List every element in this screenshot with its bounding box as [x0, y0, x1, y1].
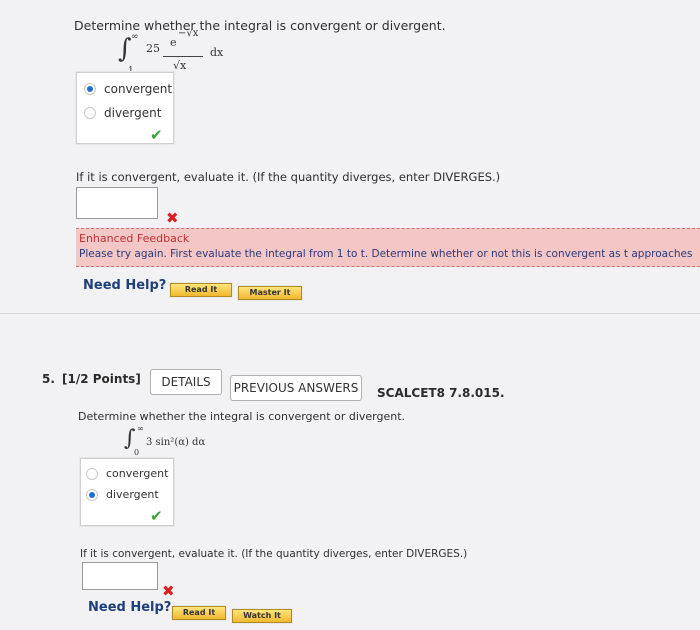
- choice-label: convergent: [106, 467, 169, 480]
- integral-dx: dx: [210, 46, 224, 59]
- integral-upper-limit: ∞: [131, 32, 139, 42]
- question-number: 5.: [42, 372, 55, 386]
- question-prompt: Determine whether the integral is conver…: [78, 410, 406, 423]
- choice-label: divergent: [104, 106, 162, 120]
- choice-convergent[interactable]: convergent: [86, 467, 168, 480]
- choice-divergent[interactable]: divergent: [86, 488, 159, 501]
- enhanced-feedback: Enhanced Feedback Please try again. Firs…: [76, 228, 700, 267]
- radio-button[interactable]: [86, 467, 98, 480]
- details-button[interactable]: DETAILS: [150, 369, 222, 395]
- choice-label: convergent: [104, 82, 173, 96]
- correct-check-icon: ✔: [150, 507, 163, 525]
- question-code: SCALCET8 7.8.015.: [377, 386, 505, 400]
- integral-sign: ∫: [118, 34, 132, 64]
- incorrect-x-icon: ✖: [166, 209, 179, 227]
- integral-integrand: 3 sin²(α) dα: [146, 437, 206, 448]
- answer-input[interactable]: [82, 562, 158, 590]
- feedback-message: Please try again. First evaluate the int…: [79, 248, 693, 260]
- watch-it-button[interactable]: Watch It: [232, 609, 292, 623]
- need-help-label: Need Help?: [83, 278, 167, 293]
- need-help-label: Need Help?: [88, 600, 172, 615]
- section-divider: [0, 313, 700, 314]
- previous-answers-button[interactable]: PREVIOUS ANSWERS: [230, 375, 362, 401]
- integral-numerator: e: [170, 36, 177, 49]
- evaluate-prompt: If it is convergent, evaluate it. (If th…: [76, 170, 501, 184]
- integral-expression: ∫ ∞ 0 3 sin²(α) dα: [124, 424, 244, 460]
- integral-coefficient: 25: [146, 42, 160, 55]
- feedback-title: Enhanced Feedback: [79, 232, 190, 245]
- incorrect-x-icon: ✖: [162, 582, 175, 600]
- radio-button[interactable]: [84, 83, 96, 95]
- read-it-button[interactable]: Read It: [170, 283, 232, 297]
- integral-upper-limit: ∞: [137, 424, 144, 433]
- integral-lower-limit: 0: [134, 448, 140, 457]
- read-it-button[interactable]: Read It: [172, 606, 226, 620]
- radio-button[interactable]: [84, 107, 96, 119]
- choice-convergent[interactable]: convergent: [84, 82, 172, 96]
- choice-divergent[interactable]: divergent: [84, 106, 161, 120]
- integral-exponent: −√x: [178, 28, 199, 39]
- answer-input[interactable]: [76, 187, 158, 219]
- evaluate-prompt: If it is convergent, evaluate it. (If th…: [80, 548, 468, 560]
- master-it-button[interactable]: Master It: [238, 286, 302, 300]
- radio-button[interactable]: [86, 488, 98, 501]
- question-points: [1/2 Points]: [62, 372, 141, 386]
- integral-denominator: √x: [173, 59, 187, 72]
- fraction-bar: [163, 56, 203, 57]
- correct-check-icon: ✔: [150, 126, 163, 144]
- choice-label: divergent: [106, 488, 159, 501]
